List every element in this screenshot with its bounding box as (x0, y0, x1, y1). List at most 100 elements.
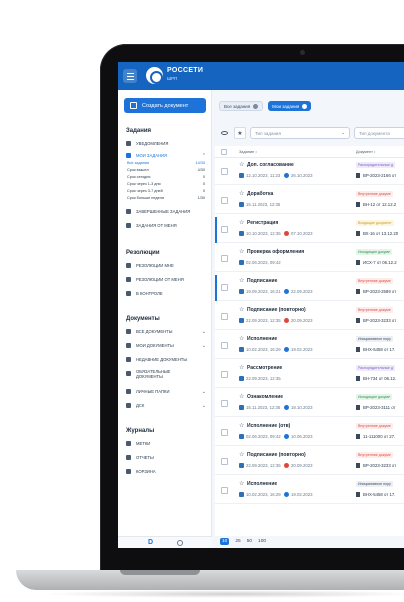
chip-all-tasks[interactable]: Все задания (219, 101, 264, 111)
row-checkbox[interactable] (221, 284, 228, 291)
sidebar-item-mandatory-documents[interactable]: Обязательные документы (126, 369, 206, 383)
sidebar-subitem-week-plus[interactable]: Срок больше недели 1/30 (127, 196, 205, 202)
page-size-option[interactable]: 100 (258, 539, 266, 544)
star-icon[interactable]: ☆ (239, 307, 244, 313)
document-number[interactable]: ВР-2023-3233 от (363, 318, 396, 323)
task-title: Исполнение (247, 481, 278, 487)
document-number[interactable]: ВР-2023-3111 от (363, 405, 396, 410)
table-row[interactable]: ☆ Подписание 19.09.2023, 16:21 22.09.2023 Вн… (215, 275, 404, 301)
sidebar-subitem-1-3-days[interactable]: Срок через 1-3 дня 0 (127, 182, 205, 188)
chip-my-tasks[interactable]: Мои задания (268, 101, 312, 111)
doc-type-select[interactable]: Тип документа (354, 127, 404, 139)
sidebar-item-marks[interactable]: Метки (126, 439, 206, 448)
sidebar-item-trash[interactable]: Корзина (126, 467, 206, 476)
document-number[interactable]: ВН-12 от 12.12.2 (363, 202, 396, 207)
star-icon[interactable]: ☆ (239, 394, 244, 400)
row-checkbox[interactable] (221, 458, 228, 465)
sidebar-item-notifications[interactable]: Уведомления (126, 139, 206, 148)
row-checkbox[interactable] (221, 371, 228, 378)
document-number[interactable]: ВХ-16 от 13.12.20 (363, 231, 398, 236)
page-size-option[interactable]: 25 (235, 539, 240, 544)
sidebar-subitem-all[interactable]: Все задания 14/33 (127, 161, 205, 167)
row-checkbox[interactable] (221, 226, 228, 233)
row-checkbox[interactable] (221, 197, 228, 204)
row-checkbox[interactable] (221, 342, 228, 349)
star-icon[interactable]: ☆ (239, 191, 244, 197)
row-checkbox[interactable] (221, 400, 228, 407)
star-icon[interactable]: ☆ (239, 336, 244, 342)
eye-icon[interactable] (218, 127, 230, 139)
sidebar-item-resolutions-to-me[interactable]: Резолюции мне (126, 261, 206, 270)
sidebar-item-label: Резолюции мне (136, 263, 174, 268)
sidebar-item-dsk[interactable]: ДСК ⌄ (126, 401, 206, 410)
table-row[interactable]: ☆ Доработка 15.11.2023, 12:35 Внутренние до… (215, 188, 404, 214)
star-icon[interactable]: ★ (234, 127, 246, 139)
chevron-down-icon[interactable]: ⌄ (202, 329, 206, 335)
logo-text: РОССЕТИ (167, 67, 204, 74)
chevron-down-icon[interactable]: ⌄ (202, 403, 206, 409)
task-type-select[interactable]: Тип задания ⌄ (250, 127, 350, 139)
column-header-task[interactable]: Задание ↕ (239, 150, 257, 154)
star-icon[interactable]: ☆ (239, 162, 244, 168)
table-row[interactable]: ☆ Исполнение 10.02.2023, 16:29 19.02.2023 Ин… (215, 333, 404, 359)
sidebar-subitem-overdue[interactable]: Срок вышел 4/30 (127, 168, 205, 174)
star-icon[interactable]: ☆ (239, 249, 244, 255)
sidebar-item-reports[interactable]: Отчеты (126, 453, 206, 462)
table-row[interactable]: ☆ Подписание (повторно) 22.09.2023, 12:35 2… (215, 449, 404, 475)
sidebar-item-recent-documents[interactable]: Недавние документы (126, 355, 206, 364)
sidebar-item-tasks-from-me[interactable]: Задания от меня (126, 221, 206, 230)
document-number[interactable]: ВР-2023-2589 от (363, 289, 396, 294)
document-number[interactable]: ИСХ-7 от 06.12.2 (363, 260, 397, 265)
create-document-button[interactable]: Создать документ (124, 98, 206, 113)
table-row[interactable]: ☆ Исполнение (отв) 02.06.2023, 09:42 10.06.… (215, 420, 404, 446)
document-number[interactable]: ВНХ-5458 от 17. (363, 347, 395, 352)
row-checkbox[interactable] (221, 255, 228, 262)
document-number[interactable]: ВР-2023-2166 от (363, 173, 396, 178)
gear-icon[interactable] (177, 540, 183, 546)
row-checkbox[interactable] (221, 429, 228, 436)
sidebar-item-my-tasks[interactable]: Мои задания ⌃ (126, 151, 206, 160)
task-date: 19.09.2023, 16:21 (246, 289, 281, 294)
document-number[interactable]: 11-111000 от 27. (363, 434, 395, 439)
sidebar-item-completed-tasks[interactable]: Завершенные задания (126, 207, 206, 216)
sidebar-item-my-documents[interactable]: Мои документы ⌄ (126, 341, 206, 350)
sidebar-subitem-3-7-days[interactable]: Срок через 3-7 дней 0 (127, 189, 205, 195)
table-row[interactable]: ☆ Рассмотрение 22.09.2023, 12:35 Распорядит… (215, 362, 404, 388)
document-number[interactable]: ВР-2023-3233 от (363, 463, 396, 468)
table-row[interactable]: ☆ Регистрация 10.10.2023, 12:35 07.10.2023 В… (215, 217, 404, 243)
star-icon[interactable]: ☆ (239, 220, 244, 226)
table-row[interactable]: ☆ Исполнение 10.02.2023, 16:29 19.02.2023 Ин… (215, 478, 404, 504)
close-icon[interactable] (302, 103, 308, 109)
table-row[interactable]: ☆ Доп. согласование 12.10.2023, 11:23 26.10… (215, 159, 404, 185)
chevron-down-icon[interactable]: ⌄ (202, 389, 206, 395)
sidebar-item-resolutions-from-me[interactable]: Резолюции от меня (126, 275, 206, 284)
star-icon[interactable]: ☆ (239, 365, 244, 371)
document-number[interactable]: ВНХ-5458 от 17. (363, 492, 395, 497)
star-icon[interactable]: ☆ (239, 423, 244, 429)
close-icon[interactable] (253, 103, 259, 109)
table-row[interactable]: ☆ Ознакомление 15.11.2023, 12:35 18.10.2023… (215, 391, 404, 417)
row-checkbox[interactable] (221, 168, 228, 175)
row-checkbox[interactable] (221, 487, 228, 494)
chevron-down-icon[interactable]: ⌄ (202, 343, 206, 349)
page-size-option[interactable]: 10 (220, 537, 230, 545)
star-icon[interactable]: ☆ (239, 452, 244, 458)
star-icon[interactable]: ☆ (239, 481, 244, 487)
subitem-label: Срок через 1-3 дня (127, 182, 161, 186)
star-icon[interactable]: ☆ (239, 278, 244, 284)
select-all-checkbox[interactable] (221, 149, 227, 155)
sidebar-item-all-documents[interactable]: Все документы ⌄ (126, 327, 206, 336)
task-type-placeholder: Тип задания (255, 130, 281, 136)
deadline-icon (284, 173, 289, 178)
page-size-option[interactable]: 50 (247, 539, 252, 544)
table-row[interactable]: ☆ Подписание (повторно) 22.09.2023, 12:35 2… (215, 304, 404, 330)
sidebar-subitem-today[interactable]: Срок сегодня 0 (127, 175, 205, 181)
document-number[interactable]: ВН-734 от 06.12. (363, 376, 396, 381)
column-header-document[interactable]: Документ ↕ (356, 150, 376, 154)
menu-icon[interactable] (123, 69, 137, 83)
app-badge[interactable]: D (148, 539, 153, 546)
table-row[interactable]: ☆ Проверка оформления 02.06.2023, 09:42 Исх… (215, 246, 404, 272)
row-checkbox[interactable] (221, 313, 228, 320)
sidebar-item-personal-folders[interactable]: Личные папки ⌄ (126, 387, 206, 396)
sidebar-item-on-control[interactable]: В контроле (126, 289, 206, 298)
